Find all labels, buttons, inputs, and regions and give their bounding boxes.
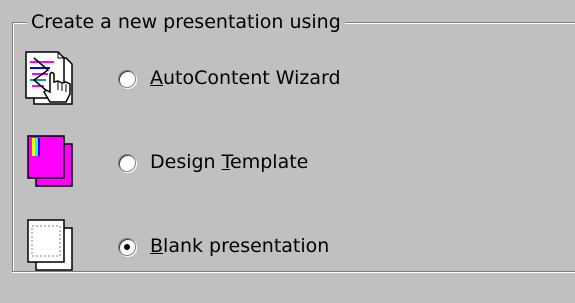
option-label[interactable]: Design Template <box>150 150 308 174</box>
option-design-template[interactable]: Design Template <box>20 132 440 192</box>
autocontent-wizard-icon[interactable] <box>20 48 100 108</box>
radio-design-template[interactable] <box>118 154 136 172</box>
option-label[interactable]: AutoContent Wizard <box>150 66 341 90</box>
design-template-icon[interactable] <box>20 132 100 192</box>
option-label[interactable]: Blank presentation <box>150 234 329 258</box>
radio-blank-presentation[interactable] <box>118 238 136 256</box>
option-autocontent-wizard[interactable]: AutoContent Wizard <box>20 48 440 108</box>
groupbox-legend: Create a new presentation using <box>27 9 345 35</box>
option-blank-presentation[interactable]: Blank presentation <box>20 216 440 276</box>
radio-autocontent-wizard[interactable] <box>118 70 136 88</box>
radio-selected-dot <box>124 244 130 250</box>
blank-presentation-icon[interactable] <box>20 216 100 276</box>
